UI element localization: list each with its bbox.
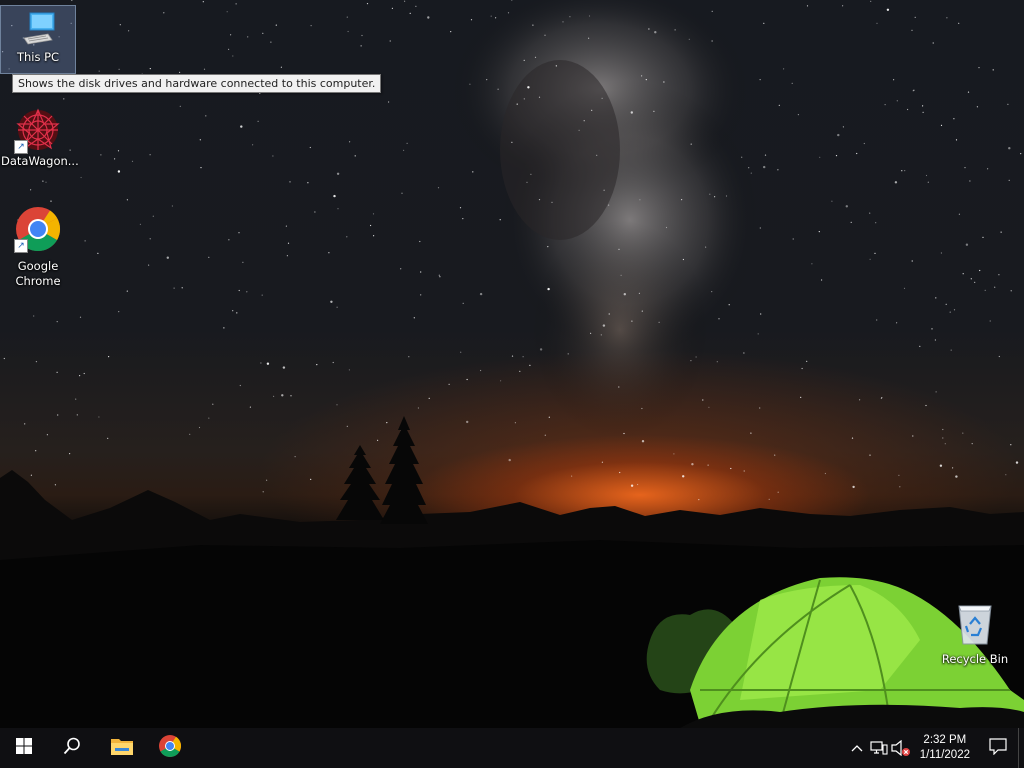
volume-muted-icon[interactable]: [890, 728, 912, 768]
desktop-icon-datawagon[interactable]: ↗ DataWagon...: [1, 106, 79, 169]
clock-time: 2:32 PM: [923, 734, 967, 746]
desktop-icon-label: DataWagon...: [1, 154, 79, 168]
clock-date: 1/11/2022: [919, 749, 970, 761]
shortcut-arrow-icon: ↗: [14, 239, 28, 253]
taskbar-file-explorer[interactable]: [98, 728, 146, 768]
taskbar: 2:32 PM 1/11/2022: [0, 728, 1024, 768]
action-center-icon: [989, 737, 1007, 759]
computer-icon: [18, 10, 58, 50]
chrome-icon: ↗: [14, 205, 62, 253]
start-icon: [16, 738, 32, 758]
taskbar-google-chrome[interactable]: [146, 728, 194, 768]
recycle-bin-icon: [953, 602, 997, 646]
folder-icon: [110, 736, 134, 760]
desktop-icon-recycle-bin[interactable]: Recycle Bin: [938, 602, 1012, 667]
network-icon[interactable]: [868, 728, 890, 768]
show-desktop-button[interactable]: [1018, 728, 1024, 768]
desktop-icon-label: Google: [17, 259, 59, 273]
desktop[interactable]: This PC ↗ DataWagon... ↗ Google Chrome R…: [0, 0, 1024, 728]
clock[interactable]: 2:32 PM 1/11/2022: [912, 733, 978, 763]
wallpaper-landscape: [0, 416, 1024, 728]
chevron-up-icon[interactable]: [846, 728, 868, 768]
shortcut-arrow-icon: ↗: [14, 140, 28, 154]
search-button[interactable]: [48, 728, 96, 768]
start-button[interactable]: [0, 728, 48, 768]
desktop-icon-label: Recycle Bin: [941, 652, 1009, 666]
desktop-icon-label: This PC: [16, 50, 60, 64]
desktop-icon-google-chrome[interactable]: ↗ Google Chrome: [1, 205, 75, 289]
datawagon-icon: ↗: [14, 106, 62, 154]
desktop-icon-this-pc[interactable]: This PC: [0, 5, 76, 74]
tooltip: Shows the disk drives and hardware conne…: [12, 74, 382, 93]
search-icon: [63, 737, 81, 759]
system-tray: 2:32 PM 1/11/2022: [846, 728, 1024, 768]
action-center-button[interactable]: [978, 728, 1018, 768]
chrome-icon: [158, 734, 182, 762]
desktop-icon-label: Chrome: [15, 274, 61, 288]
